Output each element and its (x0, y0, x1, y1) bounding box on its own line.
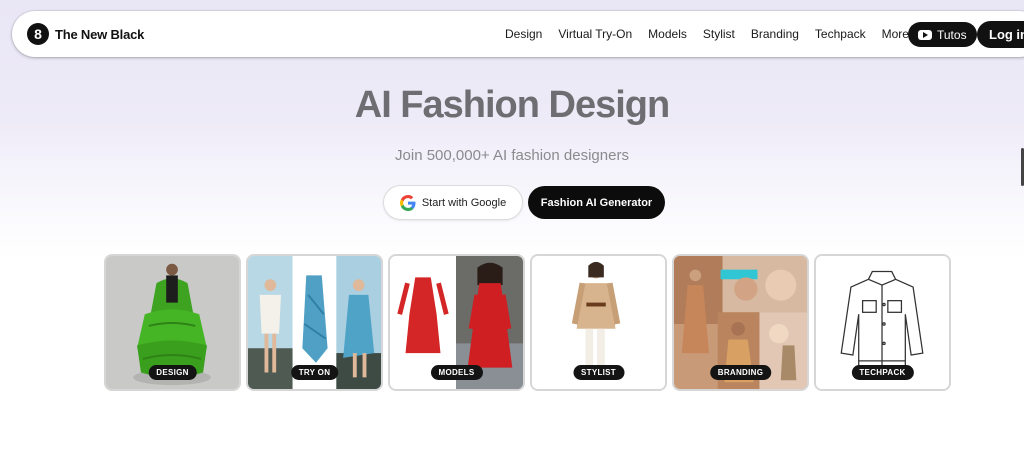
top-navbar: 8 The New Black Design Virtual Try-On Mo… (12, 11, 1024, 57)
start-with-google-button[interactable]: Start with Google (383, 185, 523, 220)
brand-logo-icon: 8 (27, 23, 49, 45)
card-branding[interactable]: BRANDING (672, 254, 809, 391)
google-icon (399, 194, 416, 211)
nav-link-models[interactable]: Models (648, 27, 687, 41)
card-branding-label: BRANDING (709, 365, 772, 380)
tutos-button[interactable]: Tutos (908, 22, 977, 47)
nav-link-stylist[interactable]: Stylist (703, 27, 735, 41)
youtube-icon (918, 29, 932, 40)
hero-subtitle: Join 500,000+ AI fashion designers (395, 147, 629, 164)
card-techpack-label: TECHPACK (851, 365, 914, 380)
google-button-label: Start with Google (421, 196, 507, 209)
card-models-label: MODELS (430, 365, 483, 380)
brand-name: The New Black (55, 26, 145, 42)
brand-link[interactable]: 8 The New Black (27, 23, 144, 45)
card-models[interactable]: MODELS (388, 254, 525, 391)
fashion-ai-generator-button[interactable]: Fashion AI Generator (528, 186, 665, 219)
card-design-label: DESIGN (148, 365, 197, 380)
nav-link-branding[interactable]: Branding (751, 27, 799, 41)
login-button[interactable]: Log in (977, 21, 1024, 48)
card-stylist[interactable]: STYLIST (530, 254, 667, 391)
feature-cards: DESIGN TRY ON MODELS STYLIST BRANDING TE… (104, 254, 951, 391)
nav-link-techpack[interactable]: Techpack (815, 27, 866, 41)
card-stylist-label: STYLIST (573, 365, 624, 380)
hero-title: AI Fashion Design (354, 84, 670, 126)
card-try-on-label: TRY ON (290, 365, 339, 380)
card-design[interactable]: DESIGN (104, 254, 241, 391)
nav-links: Design Virtual Try-On Models Stylist Bra… (505, 27, 923, 41)
nav-link-design[interactable]: Design (505, 27, 542, 41)
card-try-on[interactable]: TRY ON (246, 254, 383, 391)
nav-more-label: More (881, 27, 909, 41)
card-techpack[interactable]: TECHPACK (814, 254, 951, 391)
tutos-label: Tutos (937, 27, 967, 42)
nav-link-virtual-try-on[interactable]: Virtual Try-On (558, 27, 632, 41)
